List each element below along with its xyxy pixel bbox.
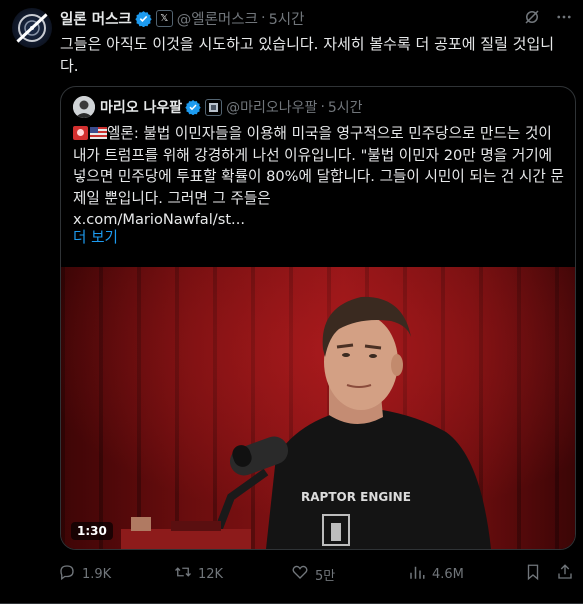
views-icon bbox=[408, 563, 426, 585]
video-player[interactable]: RAPTOR ENGINE 1:30 bbox=[61, 267, 575, 549]
like-icon bbox=[291, 563, 309, 585]
top-icons bbox=[523, 8, 573, 26]
reply-button[interactable]: 1.9K bbox=[58, 563, 111, 585]
author-avatar[interactable] bbox=[12, 8, 52, 48]
post[interactable]: 일론 머스크 𝕏 @엘론머스크 · 5시간 그들은 아직도 이것을 시도하고 있… bbox=[0, 0, 583, 604]
views-button[interactable]: 4.6M bbox=[408, 563, 464, 585]
quoted-post[interactable]: 마리오 나우팔 @마리오나우팔 · 5시간 엘론: 불법 이민자들을 이용해 미… bbox=[60, 86, 576, 550]
separator-dot: · bbox=[320, 99, 325, 115]
shirt-text: RAPTOR ENGINE bbox=[301, 490, 411, 504]
reply-icon bbox=[58, 563, 76, 585]
author-handle[interactable]: @엘론머스크 bbox=[177, 8, 258, 29]
verified-badge-icon bbox=[135, 10, 152, 27]
quote-author-name[interactable]: 마리오 나우팔 bbox=[100, 97, 182, 117]
quote-author-handle[interactable]: @마리오나우팔 bbox=[226, 97, 317, 117]
post-time[interactable]: 5시간 bbox=[269, 8, 305, 29]
separator-dot: · bbox=[260, 10, 266, 26]
share-icon bbox=[556, 563, 574, 585]
affiliate-badge[interactable]: 𝕏 bbox=[155, 9, 173, 27]
repost-icon bbox=[174, 563, 192, 585]
quote-header: 마리오 나우팔 @마리오나우팔 · 5시간 bbox=[73, 96, 363, 118]
show-more-link[interactable]: 더 보기 bbox=[73, 226, 118, 247]
post-text: 그들은 아직도 이것을 시도하고 있습니다. 자세히 볼수록 더 공포에 질릴 … bbox=[60, 35, 555, 75]
like-count: 5만 bbox=[315, 568, 336, 584]
like-button[interactable]: 5만 bbox=[291, 563, 335, 585]
repost-button[interactable]: 12K bbox=[174, 563, 223, 585]
quote-text-body: 엘론: 불법 이민자들을 이용해 미국을 영구적으로 민주당으로 만드는 것이 … bbox=[73, 125, 564, 207]
post-header: 일론 머스크 𝕏 @엘론머스크 · 5시간 bbox=[60, 8, 304, 28]
more-icon[interactable] bbox=[555, 8, 573, 26]
grok-icon[interactable] bbox=[523, 8, 541, 26]
bookmark-icon bbox=[524, 563, 542, 585]
quote-affiliate-badge[interactable] bbox=[205, 98, 223, 116]
siren-emoji-icon bbox=[73, 126, 88, 140]
quote-author-avatar[interactable] bbox=[73, 96, 95, 118]
video-timestamp: 1:30 bbox=[71, 522, 113, 540]
views-count: 4.6M bbox=[432, 566, 464, 582]
quote-time[interactable]: 5시간 bbox=[328, 97, 363, 117]
video-frame: RAPTOR ENGINE bbox=[61, 267, 575, 549]
bookmark-button[interactable] bbox=[524, 563, 542, 585]
reply-count: 1.9K bbox=[82, 566, 112, 582]
quote-text: 엘론: 불법 이민자들을 이용해 미국을 영구적으로 민주당으로 만드는 것이 … bbox=[73, 123, 565, 231]
share-button[interactable] bbox=[556, 563, 574, 585]
author-name[interactable]: 일론 머스크 bbox=[60, 8, 132, 29]
repost-count: 12K bbox=[198, 566, 224, 582]
us-flag-icon bbox=[90, 127, 107, 139]
action-bar: 1.9K 12K 5만 4.6M bbox=[58, 563, 578, 585]
verified-badge-icon bbox=[185, 99, 201, 115]
